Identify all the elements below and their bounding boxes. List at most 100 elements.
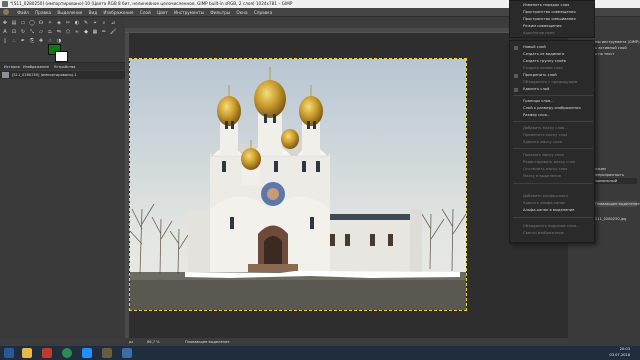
color-picker-icon[interactable]: ⌖	[92, 20, 98, 26]
menu-image[interactable]: Изображение	[103, 8, 133, 17]
heal-tool-icon[interactable]: ✚	[38, 38, 44, 44]
menu-item-remove-alpha[interactable]: Удалить альфа-канал	[523, 200, 565, 206]
crop-tool-icon[interactable]: ⊡	[11, 29, 17, 35]
menu-filters[interactable]: Фильтры	[210, 8, 230, 17]
bucket-fill-icon[interactable]: ◆	[83, 29, 89, 35]
rotate-tool-icon[interactable]: ↻	[20, 29, 26, 35]
ellipse-select-icon[interactable]: ◯	[29, 20, 35, 26]
zoom-selector[interactable]: 66,7 %	[147, 338, 160, 346]
layer-submenu: Изменить порядок слоя Пространство совме…	[509, 0, 595, 38]
menu-item-edit-layer-mask[interactable]: Редактировать маску слоя	[523, 159, 575, 165]
menu-item-add-alpha[interactable]: Добавить альфа-канал	[523, 193, 568, 199]
rect-select-icon[interactable]: ▭	[20, 20, 26, 26]
ink-tool-icon[interactable]: ✒	[20, 38, 26, 44]
align-tool-icon[interactable]: ▤	[11, 20, 17, 26]
shear-tool-icon[interactable]: ▱	[38, 29, 44, 35]
menu-colors[interactable]: Цвет	[157, 8, 168, 17]
system-clock[interactable]: 20:03 03.07.2018	[609, 347, 630, 358]
menu-item-layer-to-image-size[interactable]: Слой к размеру изображения	[523, 105, 581, 111]
menu-windows[interactable]: Окна	[236, 8, 247, 17]
menu-item-new-layer[interactable]: Новый слой	[523, 44, 546, 50]
menu-item-show-layer-mask[interactable]: Показать маску слоя	[523, 152, 564, 158]
fuzzy-select-icon[interactable]: ✧	[47, 20, 53, 26]
app-icon[interactable]	[122, 348, 132, 358]
menu-item-delete-layer-mask[interactable]: Удалить маску слоя	[523, 139, 562, 145]
image-thumbnail	[2, 72, 9, 78]
zoom-tool-icon[interactable]: ⌕	[101, 20, 107, 26]
gradient-tool-icon[interactable]: ▦	[92, 29, 98, 35]
menu-item-scale-layer[interactable]: Размер слоя...	[523, 112, 550, 118]
left-dock-tabs: История Изображения Устройства	[0, 62, 125, 70]
gimp-taskbar-icon[interactable]	[102, 348, 112, 358]
color-select-icon[interactable]: ◈	[56, 20, 62, 26]
menu-item-removed-field[interactable]: Удалённое поле	[523, 30, 555, 36]
measure-tool-icon[interactable]: ⊿	[110, 20, 116, 26]
menu-item-composite-space[interactable]: Пространство совмещения	[523, 9, 576, 15]
tab-devices[interactable]: Устройства	[54, 64, 75, 70]
menu-item-alpha-to-selection[interactable]: Альфа-канал в выделение	[523, 207, 574, 213]
menu-item-new-from-visible[interactable]: Создать из видимого	[523, 51, 564, 57]
menu-item-new-layer-group[interactable]: Создать группу слоёв	[523, 58, 566, 64]
eraser-tool-icon[interactable]: ▯	[2, 38, 8, 44]
flip-tool-icon[interactable]: ⇋	[56, 29, 62, 35]
new-layer-icon	[514, 46, 518, 50]
menu-view[interactable]: Вид	[89, 8, 98, 17]
layer-mode-select[interactable]: Нормальный	[593, 178, 637, 184]
menu-item-stack[interactable]: Изменить порядок слоя	[523, 2, 569, 8]
text-tool-icon[interactable]: A	[2, 29, 8, 35]
tab-images[interactable]: Изображения	[23, 64, 49, 70]
opera-icon[interactable]	[42, 348, 52, 358]
paths-tool-icon[interactable]: ✎	[83, 20, 89, 26]
tab-history[interactable]: История	[4, 64, 20, 70]
menu-item-duplicate-layer[interactable]: Создать копию слоя	[523, 65, 563, 71]
menu-file[interactable]: Файл	[17, 8, 29, 17]
menu-separator	[513, 217, 593, 218]
menu-item-flatten-image[interactable]: Свести изображение	[523, 230, 564, 236]
menu-layer[interactable]: Слой	[140, 8, 151, 17]
menu-item-disable-layer-mask[interactable]: Отключить маску слоя	[523, 166, 567, 172]
word-icon[interactable]	[82, 348, 92, 358]
image-list-item[interactable]: [S11_0280250] (импортировано)-1	[0, 71, 125, 79]
perspective-tool-icon[interactable]: ⏢	[47, 29, 53, 35]
clone-tool-icon[interactable]: ⎘	[29, 38, 35, 44]
menu-item-add-layer-mask[interactable]: Добавить маску слоя...	[523, 125, 568, 131]
menu-item-delete-layer[interactable]: Удалить слой	[523, 86, 549, 92]
menu-tools[interactable]: Инструменты	[174, 8, 204, 17]
pencil-tool-icon[interactable]: ✏	[101, 29, 107, 35]
menu-item-merge-visible[interactable]: Объединить видимые слои...	[523, 223, 580, 229]
menu-item-anchor-layer[interactable]: Прикрепить слой	[523, 72, 557, 78]
menu-item-layer-boundary[interactable]: Границы слоя...	[523, 98, 554, 104]
gimp-app-icon	[2, 1, 8, 7]
chrome-icon[interactable]	[62, 348, 72, 358]
paintbrush-tool-icon[interactable]: 🖌	[110, 29, 116, 35]
foreground-select-icon[interactable]: ◐	[74, 20, 80, 26]
menu-item-composite-mode[interactable]: Режим совмещения	[523, 23, 561, 29]
status-message: Плавающее выделение	[185, 340, 230, 344]
menu-help[interactable]: Справка	[254, 8, 272, 17]
menu-item-merge-down[interactable]: Объединить с предыдущим	[523, 79, 577, 85]
warp-tool-icon[interactable]: ≈	[74, 29, 80, 35]
menu-select[interactable]: Выделение	[57, 8, 82, 17]
menu-item-mask-to-selection[interactable]: Маску в выделение	[523, 173, 561, 179]
start-icon[interactable]	[4, 348, 14, 358]
anchor-icon	[514, 74, 518, 78]
clock-date: 03.07.2018	[609, 352, 630, 357]
layer-name-floating: Плавающее выделение	[595, 202, 640, 206]
image-list-label: [S11_0280250] (импортировано)-1	[12, 73, 77, 77]
background-color-swatch[interactable]	[55, 51, 68, 62]
left-dock-body	[0, 79, 125, 338]
menu-item-apply-layer-mask[interactable]: Применить маску слоя	[523, 132, 567, 138]
menu-item-blend-space[interactable]: Пространство смешивания	[523, 16, 576, 22]
file-explorer-icon[interactable]	[22, 348, 32, 358]
scissors-icon[interactable]: ✂	[65, 20, 71, 26]
move-tool-icon[interactable]: ✥	[2, 20, 8, 26]
airbrush-tool-icon[interactable]: ∴	[11, 38, 17, 44]
free-select-icon[interactable]: ☊	[38, 20, 44, 26]
window-title: *[S11_0280250] (импортировано)-10 (Цвета…	[10, 1, 293, 6]
scale-tool-icon[interactable]: ⤡	[29, 29, 35, 35]
menu-edit[interactable]: Правка	[35, 8, 51, 17]
cathedral-photo[interactable]	[129, 58, 467, 311]
cage-tool-icon[interactable]: ⬡	[65, 29, 71, 35]
tool-grid: ✥ ▤ ▭ ◯ ☊ ✧ ◈ ✂ ◐ ✎ ⌖ ⌕ ⊿ A ⊡ ↻ ⤡ ▱ ⏢ ⇋ …	[2, 20, 126, 50]
unit-selector[interactable]: px	[129, 338, 133, 346]
